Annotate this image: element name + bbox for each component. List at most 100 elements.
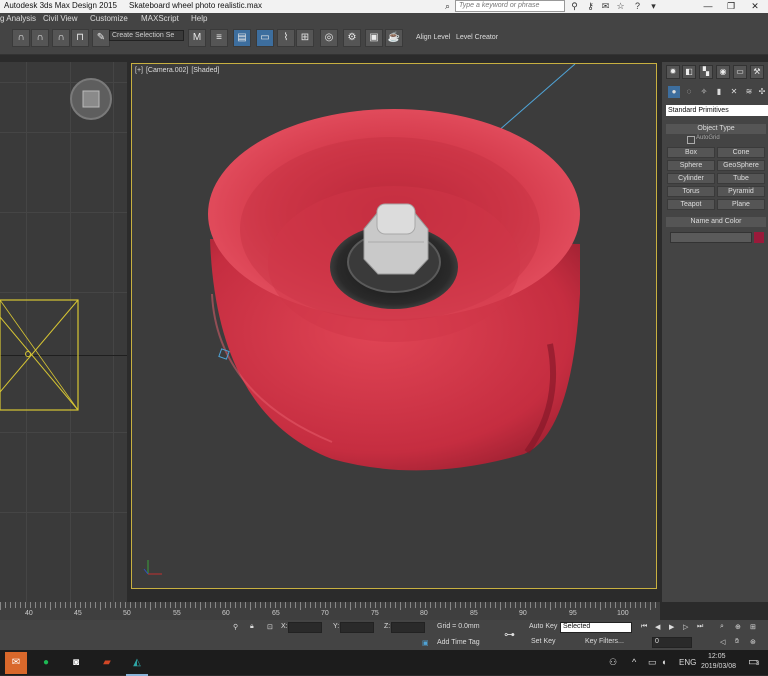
cone-button[interactable]: Cone <box>717 147 765 158</box>
align-icon[interactable]: ≡ <box>210 29 228 47</box>
dropdown-icon[interactable]: ▾ <box>648 1 659 12</box>
cameras-icon[interactable]: ▮ <box>713 86 725 98</box>
favorites-star-icon[interactable]: ☆ <box>615 1 626 12</box>
track-bar[interactable]: 40 45 50 55 60 65 70 75 80 85 90 95 100 <box>0 602 660 620</box>
set-key-button[interactable]: Set Key <box>531 638 556 645</box>
clock-date[interactable]: 2019/03/08 <box>701 663 736 670</box>
torus-button[interactable]: Torus <box>667 186 715 197</box>
zoom-all-icon[interactable]: ⊕ <box>735 623 741 631</box>
top-viewport[interactable] <box>0 62 127 602</box>
curve-editor-icon[interactable]: ⌇ <box>277 29 295 47</box>
communication-icon[interactable]: ✉ <box>600 1 611 12</box>
pin-icon[interactable]: ⚲ <box>233 623 238 631</box>
go-to-start-icon[interactable]: ⏮ <box>641 623 647 631</box>
time-tag-icon[interactable]: ▣ <box>422 639 429 647</box>
zoom-extents-icon[interactable]: ⊞ <box>750 623 756 631</box>
spacewarps-icon[interactable]: ≋ <box>743 86 755 98</box>
menu-item-maxscript[interactable]: MAXScript <box>141 14 179 23</box>
display-tab-icon[interactable]: ▭ <box>733 65 747 79</box>
powerpoint-icon[interactable]: ▰ <box>96 652 118 674</box>
add-time-tag-button[interactable]: Add Time Tag <box>437 639 480 646</box>
geosphere-button[interactable]: GeoSphere <box>717 160 765 171</box>
language-indicator[interactable]: ENG <box>679 658 696 667</box>
orbit-icon[interactable]: ⊛ <box>750 638 756 646</box>
name-color-rollout-header[interactable]: Name and Color <box>666 217 766 227</box>
absolute-mode-icon[interactable]: ⊡ <box>267 623 273 631</box>
volume-icon[interactable]: ◖ <box>661 657 666 667</box>
outlook-icon[interactable]: ✉ <box>5 652 27 674</box>
object-name-input[interactable] <box>670 232 752 243</box>
lock-selection-icon[interactable]: 🔒︎ <box>250 623 254 631</box>
pan-icon[interactable]: ✋︎ <box>735 638 739 646</box>
fov-icon[interactable]: ◁ <box>720 638 725 646</box>
unlink-icon[interactable]: ∩ <box>31 29 49 47</box>
shapes-icon[interactable]: ◌ <box>683 86 695 98</box>
spotify-icon[interactable]: ● <box>35 652 57 674</box>
3dsmax-icon[interactable]: ◭ <box>126 652 148 676</box>
autogrid-checkbox[interactable] <box>687 136 695 144</box>
restore-button[interactable]: ❐ <box>720 0 742 13</box>
ribbon-toggle-icon[interactable]: ▭ <box>256 29 274 47</box>
standard-primitives-dropdown[interactable]: Standard Primitives <box>666 105 768 116</box>
create-tab-icon[interactable]: ✹ <box>666 65 680 79</box>
render-icon[interactable]: ☕ <box>385 29 403 47</box>
go-to-end-icon[interactable]: ⏭ <box>697 623 703 631</box>
schematic-view-icon[interactable]: ⊞ <box>296 29 314 47</box>
sphere-button[interactable]: Sphere <box>667 160 715 171</box>
render-frame-icon[interactable]: ▣ <box>365 29 383 47</box>
clock-time[interactable]: 12:05 <box>708 653 726 660</box>
teapot-button[interactable]: Teapot <box>667 199 715 210</box>
box-button[interactable]: Box <box>667 147 715 158</box>
y-coord-field[interactable] <box>340 622 374 633</box>
mirror-icon[interactable]: M <box>188 29 206 47</box>
align-level-button[interactable]: Align Level <box>416 34 450 41</box>
show-hidden-icons-chevron-icon[interactable]: ^ <box>632 657 636 667</box>
people-icon[interactable]: ⚇ <box>609 657 617 668</box>
systems-icon[interactable]: ✣ <box>756 86 768 98</box>
utilities-tab-icon[interactable]: ⚒ <box>750 65 764 79</box>
next-frame-icon[interactable]: ▷ <box>683 623 688 631</box>
object-type-rollout-header[interactable]: Object Type <box>666 124 766 134</box>
minimize-button[interactable]: — <box>697 0 719 13</box>
layer-explorer-icon[interactable]: ▤ <box>233 29 251 47</box>
cylinder-button[interactable]: Cylinder <box>667 173 715 184</box>
zoom-icon[interactable]: ⌕ <box>720 623 724 631</box>
close-button[interactable]: ✕ <box>744 0 766 13</box>
menu-item-civil-view[interactable]: Civil View <box>43 14 78 23</box>
binoculars-icon[interactable]: ⚲ <box>569 1 580 12</box>
prev-frame-icon[interactable]: ◀ <box>655 623 660 631</box>
key-filters-button[interactable]: Key Filters... <box>585 638 624 645</box>
camera-app-icon[interactable]: ◙ <box>65 652 87 674</box>
pyramid-button[interactable]: Pyramid <box>717 186 765 197</box>
link-icon[interactable]: ∩ <box>12 29 30 47</box>
render-setup-icon[interactable]: ⚙ <box>343 29 361 47</box>
level-creator-button[interactable]: Level Creator <box>456 34 498 41</box>
motion-tab-icon[interactable]: ◉ <box>716 65 730 79</box>
plane-button[interactable]: Plane <box>717 199 765 210</box>
bind-spacewarp-icon[interactable]: ∩ <box>52 29 70 47</box>
tube-button[interactable]: Tube <box>717 173 765 184</box>
play-icon[interactable]: ▶ <box>669 623 674 631</box>
modify-tab-icon[interactable]: ◧ <box>682 65 696 79</box>
hierarchy-tab-icon[interactable]: ▚ <box>699 65 713 79</box>
device-icon[interactable]: ▭ <box>648 657 657 668</box>
camera-viewport[interactable]: [+] [Camera.002] [Shaded] <box>131 63 657 589</box>
selection-filter-icon[interactable]: ⊓ <box>71 29 89 47</box>
object-color-swatch[interactable] <box>754 232 764 243</box>
menu-item-analysis[interactable]: g Analysis <box>0 14 36 23</box>
helpers-icon[interactable]: ✕ <box>728 86 740 98</box>
material-editor-icon[interactable]: ◎ <box>320 29 338 47</box>
x-coord-field[interactable] <box>288 622 322 633</box>
help-icon[interactable]: ? <box>632 1 643 12</box>
set-key-icon[interactable]: ⊶ <box>504 628 515 641</box>
geometry-icon[interactable]: ● <box>668 86 680 98</box>
pencil-icon[interactable]: ✎ <box>92 29 110 47</box>
menu-item-customize[interactable]: Customize <box>90 14 128 23</box>
menu-item-help[interactable]: Help <box>191 14 207 23</box>
key-icon[interactable]: ⚷ <box>585 1 596 12</box>
z-coord-field[interactable] <box>391 622 425 633</box>
search-input[interactable]: Type a keyword or phrase <box>455 0 565 12</box>
auto-key-button[interactable]: Auto Key <box>529 623 557 630</box>
named-selection-set-dropdown[interactable]: Create Selection Se <box>109 30 184 41</box>
lights-icon[interactable]: ✧ <box>698 86 710 98</box>
